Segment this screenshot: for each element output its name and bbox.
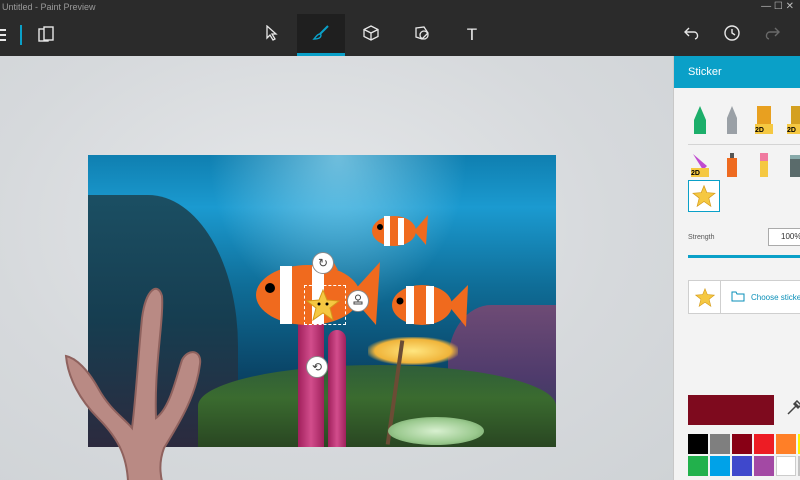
choose-sticker-label: Choose sticker bbox=[751, 292, 800, 302]
reef-bottom bbox=[198, 365, 556, 447]
strength-slider[interactable] bbox=[688, 255, 800, 258]
shell bbox=[388, 417, 484, 445]
spray-can-brush[interactable] bbox=[720, 150, 744, 178]
redo-icon bbox=[763, 25, 781, 46]
color-palette bbox=[688, 434, 800, 476]
folder-icon bbox=[731, 291, 745, 304]
clownfish-right bbox=[392, 285, 468, 327]
2d-label: 2D bbox=[787, 127, 796, 134]
2d-watercolor-brush[interactable]: 2D bbox=[784, 102, 800, 136]
choose-sticker-row: Choose sticker bbox=[688, 280, 800, 314]
2d-label: 2D bbox=[755, 127, 764, 134]
text-icon: T bbox=[466, 25, 478, 44]
cube-icon bbox=[363, 24, 379, 46]
selected-color-swatch[interactable] bbox=[688, 395, 774, 425]
brush-row-1: 2D 2D bbox=[688, 102, 800, 140]
undo-icon bbox=[683, 25, 701, 46]
redo-button[interactable] bbox=[748, 14, 796, 56]
palette-color[interactable] bbox=[732, 434, 752, 454]
strength-label: Strength bbox=[688, 234, 715, 241]
2d-pencil-brush[interactable]: 2D bbox=[688, 150, 712, 178]
stamp-handle[interactable] bbox=[347, 290, 369, 312]
brush-divider bbox=[688, 144, 800, 145]
stickers-tool-button[interactable] bbox=[398, 14, 446, 56]
history-icon bbox=[723, 24, 741, 47]
palette-color[interactable] bbox=[710, 456, 730, 476]
paste-icon[interactable] bbox=[22, 14, 70, 56]
cursor-icon bbox=[265, 24, 279, 46]
pink-coral bbox=[298, 315, 324, 447]
current-sticker-thumbnail bbox=[689, 281, 721, 313]
choose-sticker-button[interactable]: Choose sticker bbox=[721, 291, 800, 304]
rotate-icon: ↻ bbox=[317, 256, 329, 270]
palette-color[interactable] bbox=[754, 456, 774, 476]
sticker-panel: Sticker 2D 2D 2D Strength 100% Choose st… bbox=[673, 56, 800, 480]
workspace[interactable]: ↻ ⟲ bbox=[0, 56, 673, 480]
calligraphy-pen-brush[interactable] bbox=[720, 102, 744, 136]
palette-color[interactable] bbox=[688, 456, 708, 476]
selection-box[interactable] bbox=[304, 285, 346, 325]
toolbar: T bbox=[0, 14, 800, 56]
palette-color[interactable] bbox=[754, 434, 774, 454]
3d-objects-tool-button[interactable] bbox=[347, 14, 395, 56]
window-controls[interactable]: — ☐ ✕ bbox=[761, 0, 794, 14]
2d-label: 2D bbox=[691, 170, 700, 177]
stamp-icon bbox=[352, 294, 364, 309]
brushes-tool-button[interactable] bbox=[297, 14, 345, 56]
palette-color[interactable] bbox=[688, 434, 708, 454]
rotate-3d-icon: ⟲ bbox=[311, 360, 323, 374]
strength-input[interactable]: 100% bbox=[768, 228, 800, 246]
text-tool-button[interactable]: T bbox=[448, 14, 496, 56]
brush-icon bbox=[312, 24, 330, 47]
3d-coral-model[interactable] bbox=[58, 278, 218, 480]
eraser-brush[interactable] bbox=[752, 150, 776, 178]
pink-coral bbox=[328, 330, 346, 447]
fill-bucket-brush[interactable] bbox=[784, 150, 800, 178]
brush-row-2: 2D bbox=[688, 150, 800, 180]
palette-color[interactable] bbox=[732, 456, 752, 476]
rotate-3d-handle[interactable]: ⟲ bbox=[306, 356, 328, 378]
title-bar: Untitled - Paint Preview — ☐ ✕ bbox=[0, 0, 800, 14]
yellow-anemone bbox=[368, 337, 458, 365]
palette-color[interactable] bbox=[710, 434, 730, 454]
select-tool-button[interactable] bbox=[248, 14, 296, 56]
clownfish-small bbox=[372, 215, 428, 246]
window-title: Untitled - Paint Preview bbox=[2, 2, 96, 12]
marker-brush[interactable] bbox=[688, 102, 712, 136]
rotate-handle[interactable]: ↻ bbox=[312, 252, 334, 274]
2d-oil-brush[interactable]: 2D bbox=[752, 102, 776, 136]
eyedropper-icon bbox=[786, 399, 800, 421]
sticker-brush-selected[interactable] bbox=[688, 180, 720, 212]
eyedropper-button[interactable] bbox=[784, 399, 800, 421]
panel-title: Sticker bbox=[674, 56, 800, 88]
palette-color[interactable] bbox=[776, 456, 796, 476]
sticker-icon bbox=[413, 25, 431, 46]
palette-color[interactable] bbox=[776, 434, 796, 454]
